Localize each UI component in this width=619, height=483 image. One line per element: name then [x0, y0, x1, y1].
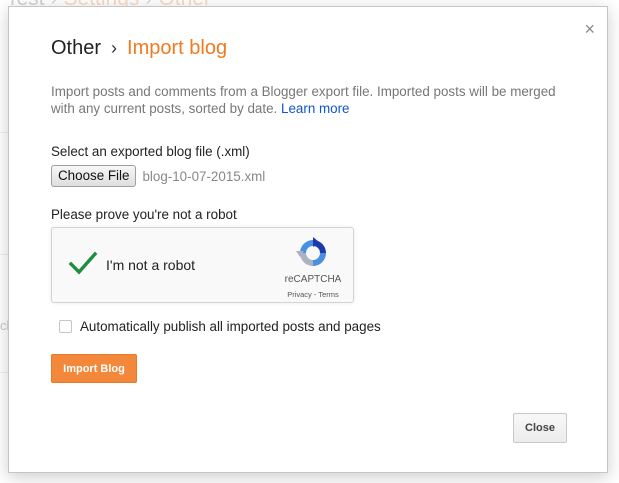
close-icon[interactable]: × — [584, 20, 595, 38]
auto-publish-checkbox[interactable] — [59, 320, 72, 333]
checkmark-icon[interactable] — [68, 250, 98, 276]
recaptcha-brand: reCAPTCHA — [284, 274, 342, 285]
robot-check-label: Please prove you're not a robot — [51, 207, 237, 222]
recaptcha-widget[interactable]: I'm not a robot reCAPTCHA Privacy - Term… — [51, 227, 354, 303]
chevron-right-icon: › — [111, 38, 118, 58]
dialog-title: Other › Import blog — [51, 37, 227, 60]
recaptcha-legal-links[interactable]: Privacy - Terms — [284, 290, 342, 299]
file-select-label: Select an exported blog file (.xml) — [51, 144, 250, 159]
import-blog-dialog: × Other › Import blog Import posts and com… — [8, 6, 608, 473]
choose-file-button[interactable]: Choose File — [51, 165, 137, 187]
auto-publish-option[interactable]: Automatically publish all imported posts… — [59, 319, 381, 334]
title-current: Import blog — [127, 37, 228, 59]
learn-more-link[interactable]: Learn more — [281, 101, 349, 116]
recaptcha-logo-icon — [296, 237, 326, 266]
title-parent: Other — [51, 37, 102, 59]
selected-file-name: blog-10-07-2015.xml — [142, 168, 266, 184]
import-blog-button[interactable]: Import Blog — [51, 354, 137, 383]
close-button[interactable]: Close — [513, 413, 567, 443]
auto-publish-label[interactable]: Automatically publish all imported posts… — [80, 319, 381, 334]
dialog-description: Import posts and comments from a Blogger… — [51, 83, 566, 117]
recaptcha-label: I'm not a robot — [106, 257, 196, 273]
file-input: Choose File blog-10-07-2015.xml — [51, 165, 265, 187]
